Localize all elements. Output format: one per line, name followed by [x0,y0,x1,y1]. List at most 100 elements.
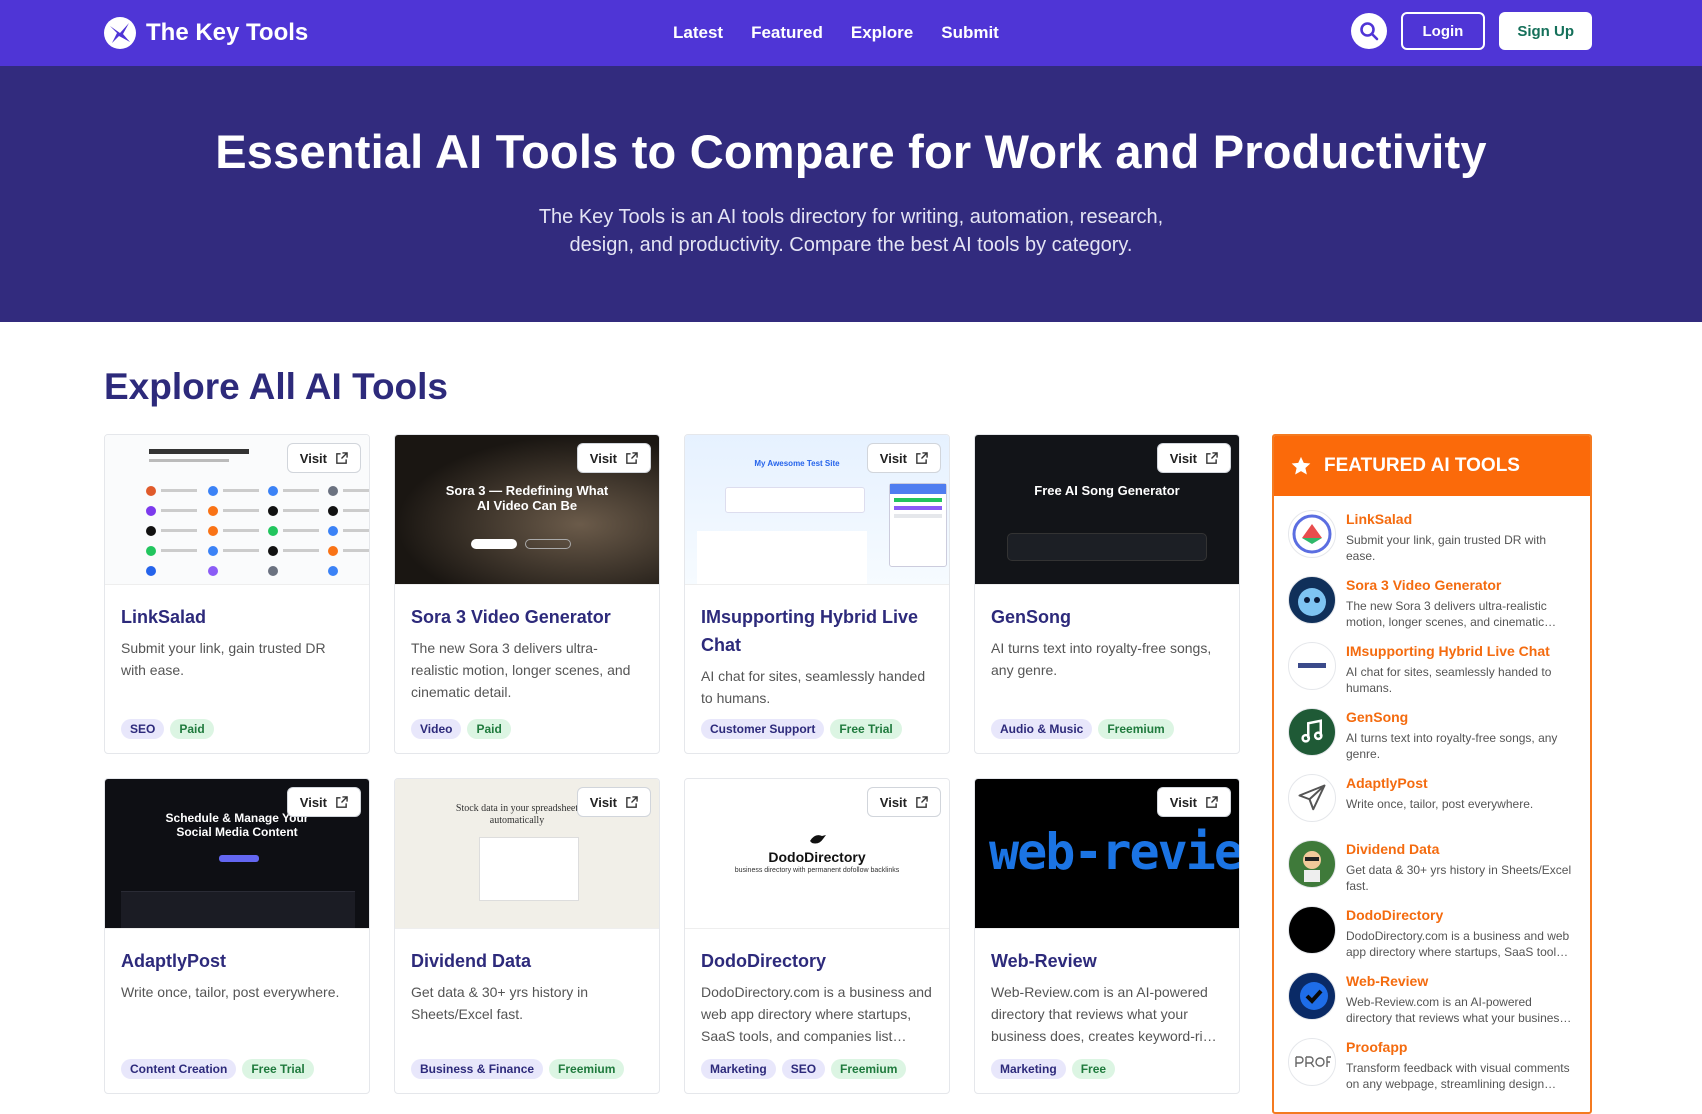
thumbnail-button [525,539,571,549]
featured-name[interactable]: Web-Review [1346,972,1578,990]
featured-item[interactable]: Sora 3 Video Generator The new Sora 3 del… [1288,576,1574,642]
featured-item[interactable]: Dividend Data Get data & 30+ yrs history … [1288,840,1574,906]
featured-item[interactable]: DodoDirectory DodoDirectory.com is a busi… [1288,906,1574,972]
visit-label: Visit [1169,794,1197,810]
category-tag[interactable]: Content Creation [121,1059,237,1079]
featured-name[interactable]: GenSong [1346,708,1578,726]
tool-description: Write once, tailor, post everywhere. [121,984,340,1000]
nav-latest[interactable]: Latest [673,23,723,43]
visit-label: Visit [879,794,907,810]
tool-card[interactable]: Sora 3 — Redefining What AI Video Can Be… [394,434,660,754]
thumbnail-headline: web-review [989,823,1239,881]
tool-title[interactable]: Web-Review [991,947,1223,975]
visit-button[interactable]: Visit [286,443,361,473]
category-tag[interactable]: SEO [121,719,165,739]
sora-logo-icon [1288,576,1336,624]
tool-card[interactable]: Stock data in your spreadsheet automatic… [394,778,660,1094]
search-button[interactable] [1350,13,1387,49]
featured-item[interactable]: Proofapp Transform feedback with visual c… [1288,1038,1574,1104]
featured-name[interactable]: Proofapp [1346,1038,1578,1056]
tool-card[interactable]: Free AI Song Generator Visit GenSong AI … [974,434,1240,754]
tool-description: DodoDirectory.com is a business and web … [701,984,932,1044]
tool-thumbnail: Free AI Song Generator Visit [975,435,1239,585]
thumbnail-panel [697,531,867,584]
featured-name[interactable]: IMsupporting Hybrid Live Chat [1346,642,1578,660]
tool-description: Web-Review.com is an AI-powered director… [991,984,1217,1044]
visit-button[interactable]: Visit [286,787,361,817]
tool-title[interactable]: IMsupporting Hybrid Live Chat [701,603,933,659]
thumbnail-chat-widget [889,483,947,567]
tool-thumbnail: Sora 3 — Redefining What AI Video Can Be… [395,435,659,585]
visit-button[interactable]: Visit [866,443,941,473]
tool-card[interactable]: DodoDirectory business directory with pe… [684,778,950,1094]
visit-label: Visit [589,794,617,810]
category-tag[interactable]: Customer Support [701,719,825,739]
tool-tags: Video Paid [411,719,511,739]
visit-button[interactable]: Visit [866,787,941,817]
tool-card[interactable]: My Awesome Test Site Visit IMsupporting … [684,434,950,754]
category-tag[interactable]: SEO [781,1059,826,1079]
tool-description: Submit your link, gain trusted DR with e… [121,640,326,678]
tool-description: AI chat for sites, seamlessly handed to … [701,668,926,706]
proof-logo-icon [1288,1038,1336,1086]
tool-title[interactable]: AdaptlyPost [121,947,353,975]
featured-name[interactable]: Sora 3 Video Generator [1346,576,1578,594]
category-tag[interactable]: Audio & Music [991,719,1093,739]
category-tag[interactable]: Marketing [701,1059,776,1079]
featured-item[interactable]: Web-Review Web-Review.com is an AI-powere… [1288,972,1574,1038]
category-tag[interactable]: Marketing [991,1059,1066,1079]
tool-card[interactable]: web-review Visit Web-Review Web-Review.c… [974,778,1240,1094]
visit-button[interactable]: Visit [1156,787,1231,817]
music-note-icon [1288,708,1336,756]
thumbnail-headline: Free AI Song Generator [1034,483,1180,498]
featured-name[interactable]: LinkSalad [1346,510,1578,528]
hero: Essential AI Tools to Compare for Work a… [0,66,1702,322]
featured-item[interactable]: IMsupporting Hybrid Live Chat AI chat for… [1288,642,1574,708]
login-button[interactable]: Login [1400,12,1486,50]
tool-title[interactable]: DodoDirectory [701,947,933,975]
tool-title[interactable]: LinkSalad [121,603,353,631]
tool-description: The new Sora 3 delivers ultra-realistic … [411,640,631,700]
tool-title[interactable]: GenSong [991,603,1223,631]
featured-desc: AI chat for sites, seamlessly handed to … [1346,665,1552,695]
featured-desc: Web-Review.com is an AI-powered director… [1346,995,1572,1025]
category-tag[interactable]: Business & Finance [411,1059,544,1079]
category-tag[interactable]: Video [411,719,462,739]
pricing-tag: Free [1071,1059,1116,1079]
visit-button[interactable]: Visit [576,443,651,473]
pricing-tag: Paid [467,719,511,739]
featured-item[interactable]: LinkSalad Submit your link, gain trusted … [1288,510,1574,576]
tool-tags: SEO Paid [121,719,214,739]
dodo-logo-icon [1288,906,1336,954]
search-icon [1359,22,1378,41]
signup-button[interactable]: Sign Up [1499,12,1592,50]
pricing-tag: Paid [170,719,214,739]
featured-item[interactable]: AdaptlyPost Write once, tailor, post ever… [1288,774,1574,840]
tool-card[interactable]: Visit LinkSalad Submit your link, gain t… [104,434,370,754]
featured-item[interactable]: GenSong AI turns text into royalty-free s… [1288,708,1574,774]
nav-featured[interactable]: Featured [751,23,823,43]
external-link-icon [916,795,928,808]
featured-name[interactable]: Dividend Data [1346,840,1578,858]
pricing-tag: Free Trial [242,1059,314,1079]
visit-button[interactable]: Visit [1156,443,1231,473]
tool-title[interactable]: Sora 3 Video Generator [411,603,643,631]
thumbnail-button [219,855,259,862]
nav-submit[interactable]: Submit [941,23,999,43]
tool-title[interactable]: Dividend Data [411,947,643,975]
tool-tags: Audio & Music Freemium [991,719,1174,739]
featured-title: FEATURED AI TOOLS [1324,455,1520,476]
thumbnail-subtitle: business directory with permanent dofoll… [734,867,900,874]
tool-thumbnail: web-review Visit [975,779,1239,929]
thumbnail-headline: Sora 3 — Redefining What AI Video Can Be [445,483,609,513]
featured-name[interactable]: AdaptlyPost [1346,774,1578,792]
visit-button[interactable]: Visit [576,787,651,817]
brand[interactable]: The Key Tools [104,17,308,49]
featured-name[interactable]: DodoDirectory [1346,906,1578,924]
nav-links: Latest Featured Explore Submit [673,0,999,66]
featured-desc: AI turns text into royalty-free songs, a… [1346,731,1558,761]
nav-explore[interactable]: Explore [851,23,913,43]
visit-label: Visit [879,450,907,466]
tool-card[interactable]: Schedule & Manage Your Social Media Cont… [104,778,370,1094]
thumbnail-panel [121,891,355,928]
